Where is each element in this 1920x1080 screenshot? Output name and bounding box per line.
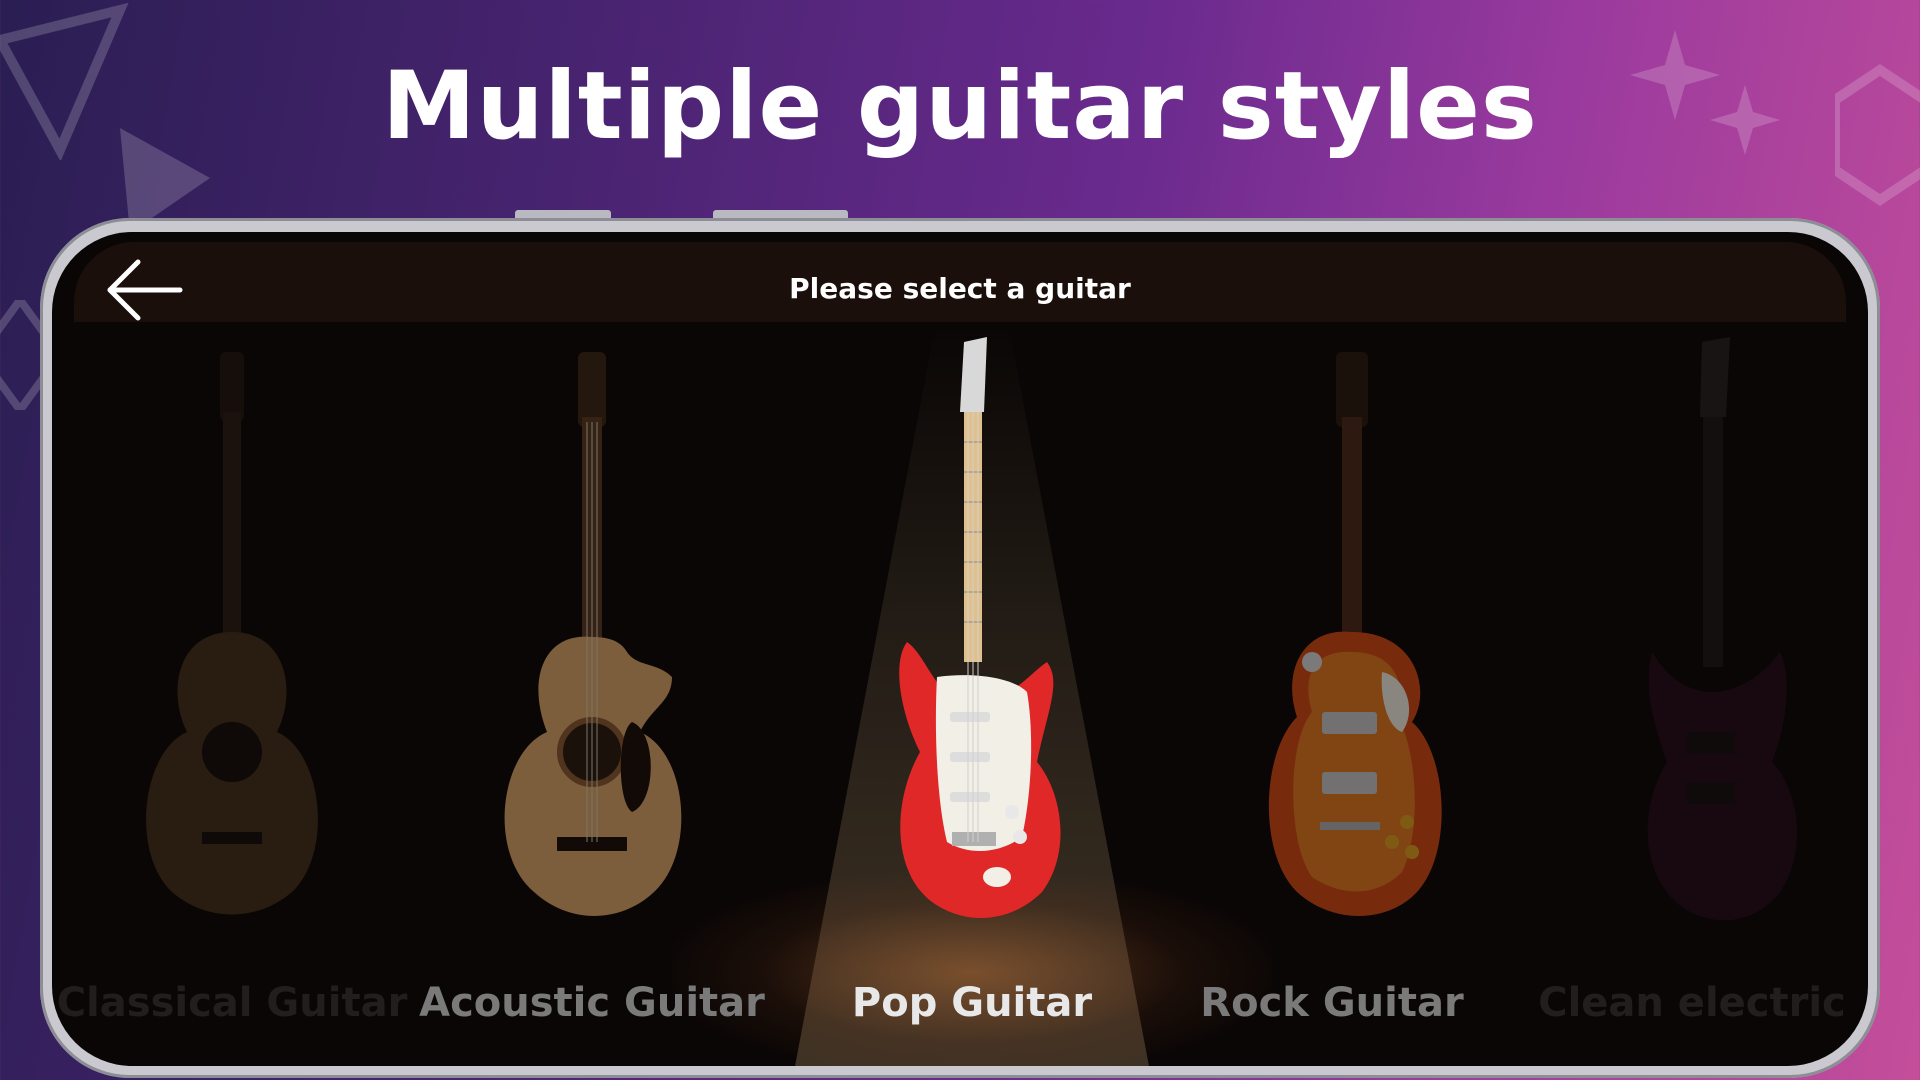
guitar-label-clean-electric[interactable]: Clean electric bbox=[1512, 980, 1868, 1026]
guitar-label-rock[interactable]: Rock Guitar bbox=[1152, 980, 1512, 1026]
page-title: Please select a guitar bbox=[789, 272, 1131, 305]
guitar-pop[interactable] bbox=[822, 332, 1122, 932]
rock-guitar-image bbox=[1268, 352, 1442, 916]
guitar-rock[interactable] bbox=[1202, 332, 1502, 932]
pop-guitar-image bbox=[899, 337, 1061, 919]
guitar-clean-electric[interactable] bbox=[1562, 332, 1862, 932]
guitar-acoustic[interactable] bbox=[442, 332, 742, 932]
guitar-label-pop[interactable]: Pop Guitar bbox=[792, 980, 1152, 1026]
app-screen: Please select a guitar Classical Guitar … bbox=[52, 232, 1868, 1066]
guitar-label-classical[interactable]: Classical Guitar bbox=[52, 980, 412, 1026]
guitar-classical[interactable] bbox=[82, 332, 382, 932]
top-bar: Please select a guitar bbox=[74, 242, 1846, 322]
clean-electric-guitar-image bbox=[1647, 337, 1798, 921]
guitar-label-acoustic[interactable]: Acoustic Guitar bbox=[412, 980, 772, 1026]
classical-guitar-image bbox=[146, 352, 318, 915]
headline: Multiple guitar styles bbox=[382, 52, 1538, 161]
acoustic-guitar-image bbox=[504, 352, 682, 916]
